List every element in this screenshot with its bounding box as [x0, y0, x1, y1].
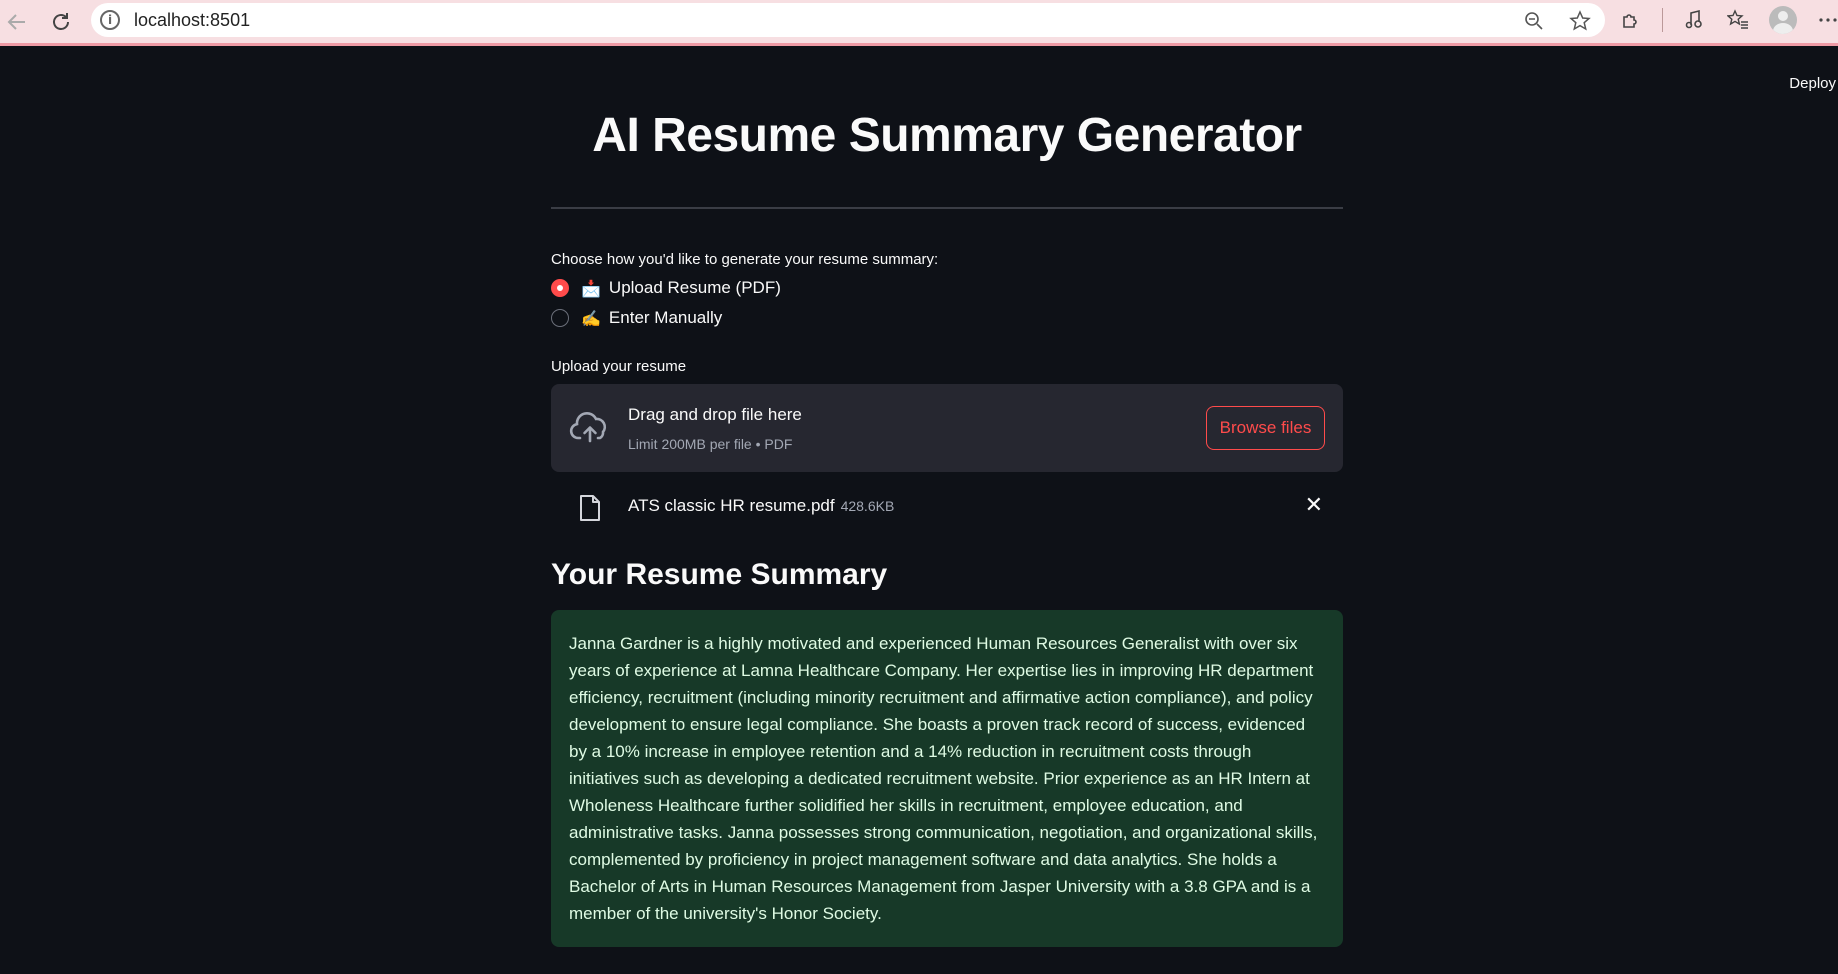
extensions-icon[interactable] — [1618, 7, 1644, 33]
address-bar[interactable]: i localhost:8501 — [91, 3, 1605, 37]
uploaded-file-row: ATS classic HR resume.pdf 428.6KB ✕ — [551, 480, 1343, 536]
radio-button-unselected[interactable] — [551, 309, 569, 327]
file-dropzone[interactable]: Drag and drop file here Limit 200MB per … — [551, 384, 1343, 472]
radio-option-upload[interactable]: 📩 Upload Resume (PDF) — [551, 278, 1343, 298]
dropzone-limit: Limit 200MB per file • PDF — [628, 436, 793, 452]
dropzone-title: Drag and drop file here — [628, 405, 802, 424]
summary-heading: Your Resume Summary — [551, 558, 888, 591]
site-info-icon[interactable]: i — [100, 10, 120, 30]
back-arrow-icon[interactable] — [2, 7, 32, 37]
summary-success-box: Janna Gardner is a highly motivated and … — [551, 610, 1343, 947]
remove-file-close-icon[interactable]: ✕ — [1305, 493, 1323, 518]
favorites-list-icon[interactable] — [1725, 7, 1751, 33]
main-content: AI Resume Summary Generator Choose how y… — [551, 46, 1343, 947]
more-menu-icon[interactable] — [1815, 7, 1838, 33]
envelope-icon: 📩 — [581, 278, 601, 298]
file-size: 428.6KB — [840, 498, 895, 514]
title-divider — [551, 207, 1343, 209]
favorite-star-icon[interactable] — [1567, 8, 1593, 34]
uploaded-file-name: ATS classic HR resume.pdf 428.6KB — [628, 496, 894, 516]
browser-toolbar: i localhost:8501 — [0, 0, 1838, 46]
summary-text: Janna Gardner is a highly motivated and … — [569, 634, 1318, 923]
toolbar-separator — [1662, 8, 1663, 32]
url-text: localhost:8501 — [134, 9, 251, 30]
radio-option-label: Upload Resume (PDF) — [608, 278, 781, 297]
reload-icon[interactable] — [46, 7, 76, 37]
deploy-button[interactable]: Deploy — [1789, 75, 1836, 92]
page-title: AI Resume Summary Generator — [592, 109, 1302, 162]
zoom-icon[interactable] — [1521, 8, 1547, 34]
file-name-text: ATS classic HR resume.pdf — [628, 496, 835, 515]
writing-hand-icon: ✍️ — [581, 308, 601, 328]
browse-files-button[interactable]: Browse files — [1206, 406, 1325, 450]
profile-avatar[interactable] — [1769, 6, 1797, 34]
radio-option-label: Enter Manually — [608, 308, 723, 327]
cloud-upload-icon — [569, 412, 607, 443]
input-mode-label: Choose how you'd like to generate your r… — [551, 251, 939, 268]
radio-option-manual[interactable]: ✍️ Enter Manually — [551, 308, 1343, 328]
media-icon[interactable] — [1681, 7, 1707, 33]
uploader-label: Upload your resume — [551, 358, 687, 375]
file-icon — [580, 495, 600, 521]
radio-button-selected[interactable] — [551, 279, 569, 297]
